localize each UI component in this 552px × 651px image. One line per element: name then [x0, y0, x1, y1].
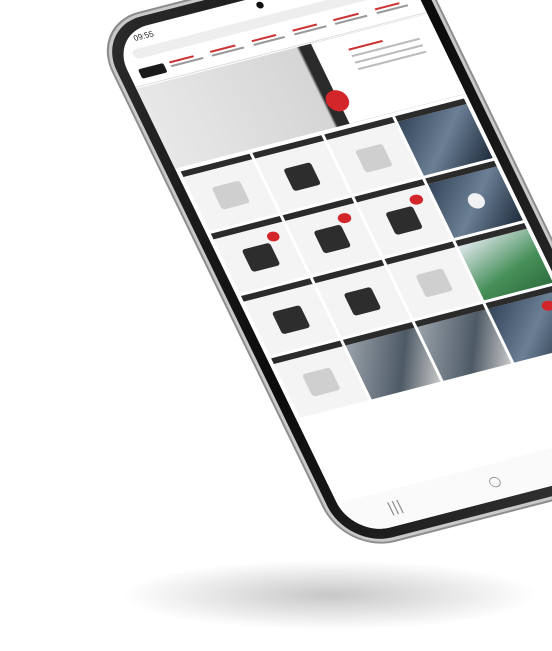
product-tile-grid	[177, 97, 552, 501]
status-time: 09:55	[131, 28, 156, 43]
recents-icon[interactable]: |||	[385, 498, 406, 516]
nav-item[interactable]	[209, 42, 250, 60]
smartphone-frame: 09:55 ||| ○	[96, 0, 552, 549]
phone-screen: 09:55 ||| ○	[110, 0, 552, 538]
home-icon[interactable]: ○	[485, 473, 504, 491]
camera-punch-hole-icon	[255, 0, 265, 10]
site-logo[interactable]	[137, 63, 168, 79]
nav-item[interactable]	[168, 52, 209, 70]
phone-shadow	[120, 560, 540, 630]
hero-text-lines	[348, 31, 429, 75]
product-mockup: 09:55 ||| ○	[0, 0, 552, 651]
nav-item[interactable]	[251, 31, 291, 49]
nav-item[interactable]	[292, 21, 332, 39]
nav-item[interactable]	[333, 10, 373, 28]
play-icon[interactable]	[464, 191, 488, 211]
nav-item[interactable]	[374, 0, 414, 18]
